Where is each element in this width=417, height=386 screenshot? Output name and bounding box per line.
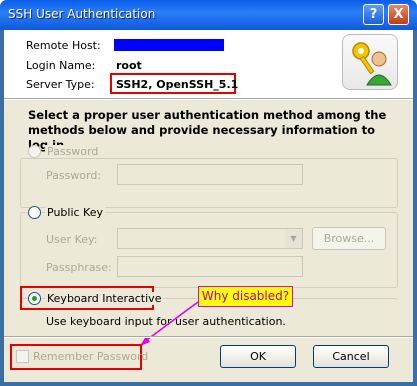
ok-button[interactable]: OK	[220, 345, 296, 368]
remote-host-redacted	[114, 39, 224, 51]
divider	[4, 98, 413, 100]
password-radio-button[interactable]	[28, 145, 41, 158]
user-key-label: User Key:	[46, 233, 98, 246]
dialog-body: Remote Host: Login Name: root Server Typ…	[4, 30, 413, 382]
public-key-radio-label: Public Key	[45, 206, 105, 219]
password-radio[interactable]: Password	[28, 145, 101, 158]
title-bar[interactable]: SSH User Authentication ? X	[0, 0, 417, 30]
help-button[interactable]: ?	[363, 4, 384, 25]
cancel-button[interactable]: Cancel	[313, 345, 389, 368]
server-type-value: SSH2, OpenSSH_5.1	[116, 78, 239, 91]
passphrase-label: Passphrase:	[46, 261, 112, 274]
window-title: SSH User Authentication	[8, 7, 156, 21]
connection-info-panel: Remote Host: Login Name: root Server Typ…	[4, 30, 413, 98]
remember-password-label: Remember Password	[33, 350, 149, 363]
remote-host-label: Remote Host:	[26, 39, 101, 52]
remember-password-checkbox[interactable]	[16, 350, 29, 363]
password-field-label: Password:	[46, 169, 102, 182]
ssh-auth-dialog: SSH User Authentication ? X Remote Host:…	[0, 0, 417, 386]
browse-button[interactable]: Browse...	[312, 227, 386, 250]
remember-password-checkbox-row[interactable]: Remember Password	[16, 350, 148, 363]
login-name-label: Login Name:	[26, 59, 96, 72]
server-type-label: Server Type:	[26, 78, 95, 91]
bottom-divider	[4, 336, 413, 338]
callout-arrow	[140, 301, 199, 346]
chevron-down-icon[interactable]: ▼	[285, 229, 302, 248]
public-key-radio[interactable]: Public Key	[28, 206, 105, 219]
password-radio-label: Password	[45, 145, 101, 158]
login-name-value: root	[116, 59, 142, 72]
key-user-icon	[342, 34, 398, 90]
user-key-combo[interactable]: ▼	[117, 228, 303, 249]
password-input[interactable]	[117, 164, 303, 185]
close-button[interactable]: X	[388, 4, 409, 25]
keyboard-interactive-radio-button[interactable]	[28, 292, 41, 305]
public-key-radio-button[interactable]	[28, 206, 41, 219]
annotation-callout: Why disabled?	[198, 286, 293, 307]
passphrase-input[interactable]	[117, 256, 303, 277]
